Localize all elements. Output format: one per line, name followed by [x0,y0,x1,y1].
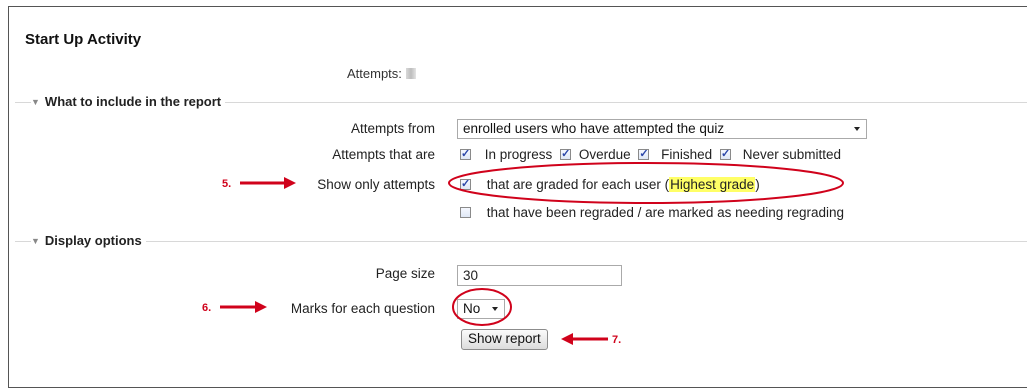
quiz-report-panel: Start Up Activity Attempts: ▼ What to inc… [8,6,1027,388]
page-title: Start Up Activity [25,31,142,48]
graded-checkbox[interactable] [460,177,471,190]
page-size-input[interactable]: 30 [457,265,622,286]
never-submitted-label: Never submitted [742,147,842,162]
report-options-legend[interactable]: ▼ What to include in the report [31,94,226,109]
finished-label: Finished [661,147,713,162]
show-report-button[interactable]: Show report [461,329,548,350]
attempts-label: Attempts: [347,66,402,81]
marks-label: Marks for each question [290,301,435,316]
dropdown-arrow-icon [854,127,860,131]
grading-method-highlight: Highest grade [669,177,756,192]
regraded-label: that have been regraded / are marked as … [486,205,845,220]
attempts-summary: Attempts: [347,66,416,81]
overdue-label: Overdue [578,147,631,162]
in-progress-label: In progress [484,147,553,162]
graded-option: that are graded for each user (Highest g… [460,177,760,192]
display-options-legend[interactable]: ▼ Display options [31,233,146,248]
page-size-label: Page size [375,266,435,281]
never-submitted-checkbox[interactable] [719,147,731,160]
show-only-label: Show only attempts [317,177,435,192]
attempt-state-options: In progress Overdue Finished Never submi… [460,147,845,162]
finished-checkbox[interactable] [638,147,650,160]
step-6-label: 6. [202,302,212,314]
graded-close-paren: ) [755,177,760,192]
step-5-label: 5. [222,178,232,190]
attempts-from-label: Attempts from [350,121,435,136]
dropdown-arrow-icon [492,307,498,311]
attempts-from-select[interactable]: enrolled users who have attempted the qu… [457,119,867,139]
marks-select[interactable]: No [457,299,505,319]
collapse-triangle-icon: ▼ [31,97,40,107]
attempts-count-redacted [405,68,416,79]
collapse-triangle-icon: ▼ [31,236,40,246]
attempts-that-are-label: Attempts that are [332,147,435,162]
regraded-option: that have been regraded / are marked as … [460,205,844,220]
overdue-checkbox[interactable] [560,147,572,160]
step-7-label: 7. [612,334,622,346]
graded-label: that are graded for each user ( [486,177,670,192]
regraded-checkbox[interactable] [460,207,471,218]
in-progress-checkbox[interactable] [460,147,471,160]
